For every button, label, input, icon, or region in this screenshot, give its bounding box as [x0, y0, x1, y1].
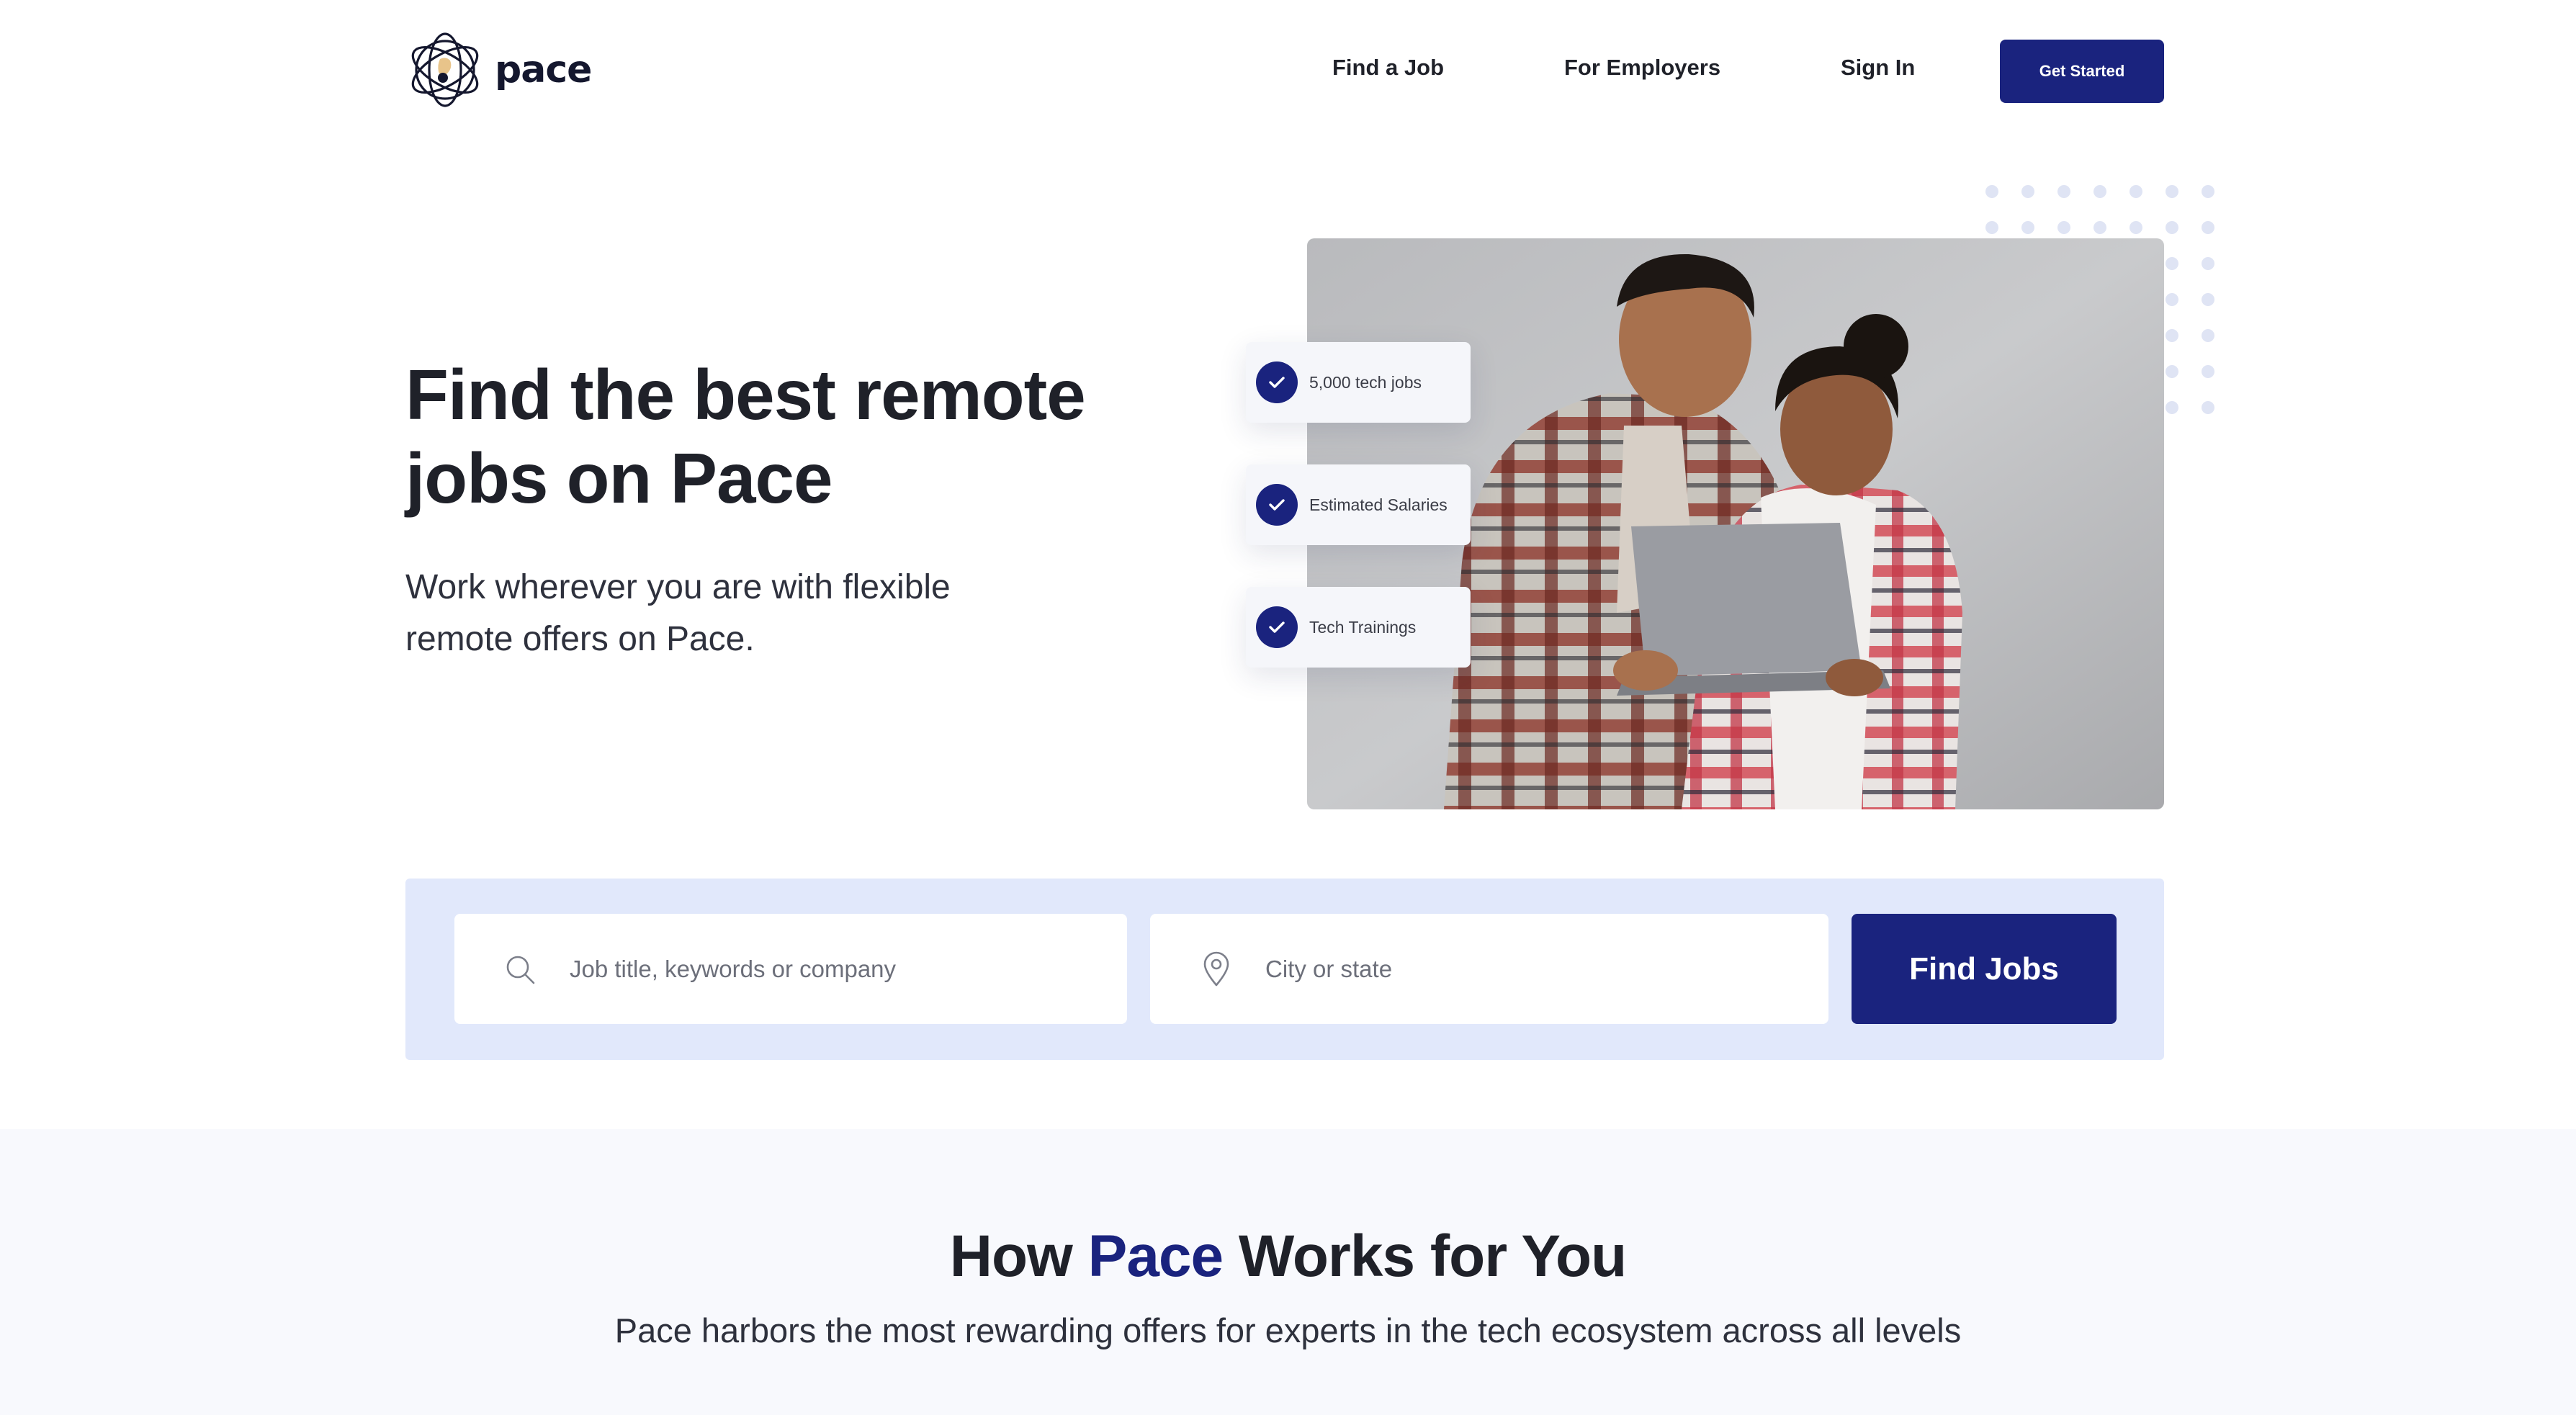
get-started-button[interactable]: Get Started	[2000, 40, 2164, 103]
feature-card: Tech Trainings	[1246, 587, 1471, 668]
check-icon	[1256, 484, 1298, 526]
check-icon	[1256, 361, 1298, 403]
how-title-prefix: How	[949, 1223, 1088, 1289]
location-field[interactable]	[1150, 914, 1828, 1024]
keyword-input[interactable]	[570, 955, 1074, 983]
how-subtitle: Pace harbors the most rewarding offers f…	[614, 1311, 1962, 1349]
how-title: How Pace Works for You	[0, 1223, 2576, 1290]
globe-orbit-icon	[411, 32, 479, 107]
feature-card: Estimated Salaries	[1246, 464, 1471, 545]
search-icon	[506, 956, 535, 984]
how-title-accent: Pace	[1087, 1223, 1224, 1289]
how-it-works-section: How Pace Works for You Pace harbors the …	[0, 1129, 2576, 1415]
nav-for-employers[interactable]: For Employers	[1564, 55, 1720, 81]
feature-card: 5,000 tech jobs	[1246, 342, 1471, 423]
nav-sign-in[interactable]: Sign In	[1841, 55, 1915, 81]
hero-subtitle: Work wherever you are with flexible remo…	[405, 568, 951, 658]
feature-label: Estimated Salaries	[1309, 495, 1448, 514]
brand-logo[interactable]: pace	[405, 30, 592, 109]
nav-find-a-job[interactable]: Find a Job	[1332, 55, 1444, 81]
feature-label: Tech Trainings	[1309, 617, 1417, 637]
site-header: pace Find a Job For Employers Sign In Ge…	[0, 0, 2576, 144]
hero-title: Find the best remote jobs on Pace	[405, 355, 1086, 518]
check-icon	[1256, 606, 1298, 648]
how-title-suffix: Works for You	[1223, 1223, 1627, 1289]
location-input[interactable]	[1265, 955, 1769, 983]
job-search-form: Find Jobs	[405, 879, 2164, 1060]
brand-name: pace	[495, 48, 592, 91]
keyword-field[interactable]	[454, 914, 1127, 1024]
feature-label: 5,000 tech jobs	[1309, 372, 1422, 392]
location-pin-icon	[1203, 951, 1229, 986]
find-jobs-button[interactable]: Find Jobs	[1852, 914, 2117, 1024]
